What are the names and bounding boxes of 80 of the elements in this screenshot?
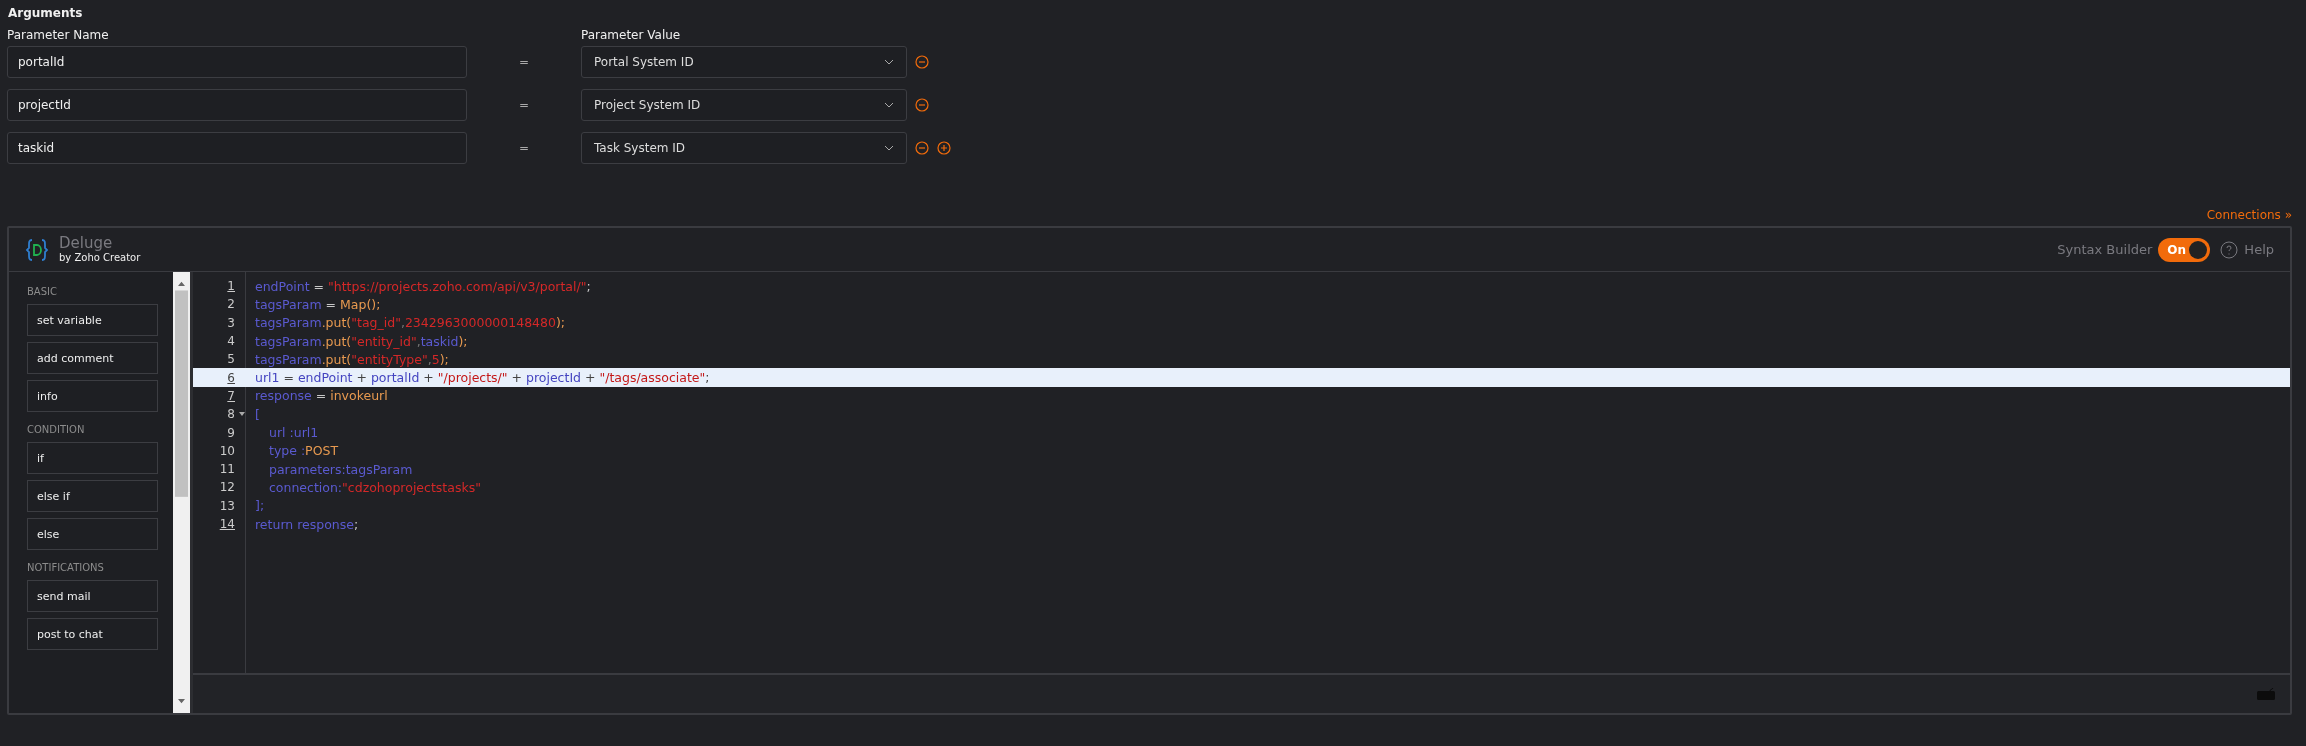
chevron-down-icon bbox=[884, 102, 894, 108]
line-number: 1 bbox=[226, 279, 235, 294]
snippet-item[interactable]: post to chat bbox=[27, 618, 158, 650]
code-line[interactable]: 5 tagsParam.put("entityType",5); bbox=[193, 350, 2290, 369]
code-line[interactable]: 2 tagsParam = Map(); bbox=[193, 295, 2290, 314]
line-number: 7 bbox=[226, 388, 235, 403]
line-number: 8 bbox=[226, 407, 235, 422]
snippet-item[interactable]: send mail bbox=[27, 580, 158, 612]
code-text: tagsParam.put("entityType",5); bbox=[255, 351, 449, 367]
code-text: tagsParam = Map(); bbox=[255, 296, 381, 312]
snippet-item[interactable]: else if bbox=[27, 480, 158, 512]
chevron-down-icon bbox=[884, 59, 894, 65]
line-number: 13 bbox=[218, 498, 235, 513]
code-text: url :url1 bbox=[269, 425, 319, 440]
line-number: 12 bbox=[218, 480, 235, 495]
code-text: return response; bbox=[255, 516, 359, 532]
chevron-down-icon bbox=[884, 145, 894, 151]
line-number: 4 bbox=[226, 334, 235, 349]
parameter-value-dropdown[interactable]: Task System ID bbox=[581, 132, 907, 164]
parameter-name-field[interactable]: portalId bbox=[7, 46, 467, 78]
section-title: Arguments bbox=[7, 6, 84, 22]
code-line[interactable]: 1 endPoint = "https://projects.zoho.com/api/v3/portal/"; bbox=[193, 277, 2290, 296]
code-text: [ bbox=[255, 406, 260, 422]
code-text: parameters:tagsParam bbox=[269, 461, 413, 477]
line-number: 3 bbox=[226, 315, 235, 330]
remove-icon[interactable] bbox=[915, 141, 929, 155]
snippet-item[interactable]: else bbox=[27, 518, 158, 550]
snippet-item[interactable]: if bbox=[27, 442, 158, 474]
fold-arrow-icon[interactable] bbox=[239, 411, 245, 418]
code-line[interactable]: 8 [ bbox=[193, 405, 2290, 424]
parameter-name-field[interactable]: taskid bbox=[7, 132, 467, 164]
help-link[interactable]: Help bbox=[2244, 242, 2274, 257]
equals-sign: = bbox=[517, 55, 531, 69]
code-line[interactable]: 9 url :url1 bbox=[193, 423, 2290, 442]
scrollbar[interactable] bbox=[173, 272, 190, 713]
code-line[interactable]: 4 tagsParam.put("entity_id",taskid); bbox=[193, 331, 2290, 351]
code-line[interactable]: 14 return response; bbox=[193, 514, 2290, 534]
snippet-item[interactable]: add comment bbox=[27, 342, 158, 374]
line-number: 6 bbox=[226, 370, 235, 385]
code-line[interactable]: 11 parameters:tagsParam bbox=[193, 459, 2290, 479]
code-text: ]; bbox=[255, 498, 265, 514]
column-header: Parameter Name bbox=[7, 28, 110, 44]
equals-sign: = bbox=[517, 141, 531, 155]
code-text: endPoint = "https://projects.zoho.com/api/v3/portal/"; bbox=[255, 278, 591, 294]
line-number: 5 bbox=[226, 352, 235, 367]
line-number: 14 bbox=[218, 517, 235, 531]
code-line[interactable]: 3 tagsParam.put("tag_id",2342963000000148480); bbox=[193, 313, 2290, 332]
braces-logo-icon bbox=[25, 237, 49, 262]
code-text: connection:"cdzohoprojectstasks" bbox=[269, 479, 481, 495]
snippet-item[interactable]: set variable bbox=[27, 304, 158, 336]
line-number: 11 bbox=[218, 462, 235, 477]
editor-subtitle: by Zoho Creator bbox=[59, 253, 141, 263]
parameter-value-dropdown[interactable]: Portal System ID bbox=[581, 46, 907, 78]
code-line[interactable]: 10 type :POST bbox=[193, 441, 2290, 460]
snippet-item[interactable]: info bbox=[27, 380, 158, 412]
section-heading: BASIC bbox=[27, 286, 58, 297]
code-text: tagsParam.put("tag_id",2342963000000148480); bbox=[255, 315, 566, 331]
line-number: 9 bbox=[226, 425, 235, 440]
remove-icon[interactable] bbox=[915, 55, 929, 69]
section-heading: CONDITION bbox=[27, 424, 86, 435]
code-text: response = invokeurl bbox=[255, 388, 388, 404]
editor-title: Deluge bbox=[59, 236, 114, 251]
parameter-value-dropdown[interactable]: Project System ID bbox=[581, 89, 907, 121]
code-line[interactable]: 12 connection:"cdzohoprojectstasks" bbox=[193, 478, 2290, 497]
code-text: tagsParam.put("entity_id",taskid); bbox=[255, 333, 468, 349]
syntax-builder-label: Syntax Builder bbox=[2057, 242, 2153, 257]
code-line[interactable]: 7 response = invokeurl bbox=[193, 386, 2290, 406]
code-line[interactable]: 13 ]; bbox=[193, 496, 2290, 515]
line-number: 2 bbox=[226, 297, 235, 312]
section-heading: NOTIFICATIONS bbox=[27, 562, 105, 573]
remove-icon[interactable] bbox=[915, 98, 929, 112]
column-header: Parameter Value bbox=[581, 28, 681, 44]
connections-link[interactable]: Connections » bbox=[2206, 208, 2292, 228]
code-text: url1 = endPoint + portalId + "/projects/" + projectId + "/tags/associate"; bbox=[255, 370, 710, 386]
add-icon[interactable] bbox=[937, 141, 951, 155]
code-text: type :POST bbox=[269, 443, 339, 459]
line-number: 10 bbox=[218, 443, 235, 458]
equals-sign: = bbox=[517, 98, 531, 112]
parameter-name-field[interactable]: projectId bbox=[7, 89, 467, 121]
help-icon[interactable] bbox=[2220, 240, 2239, 259]
